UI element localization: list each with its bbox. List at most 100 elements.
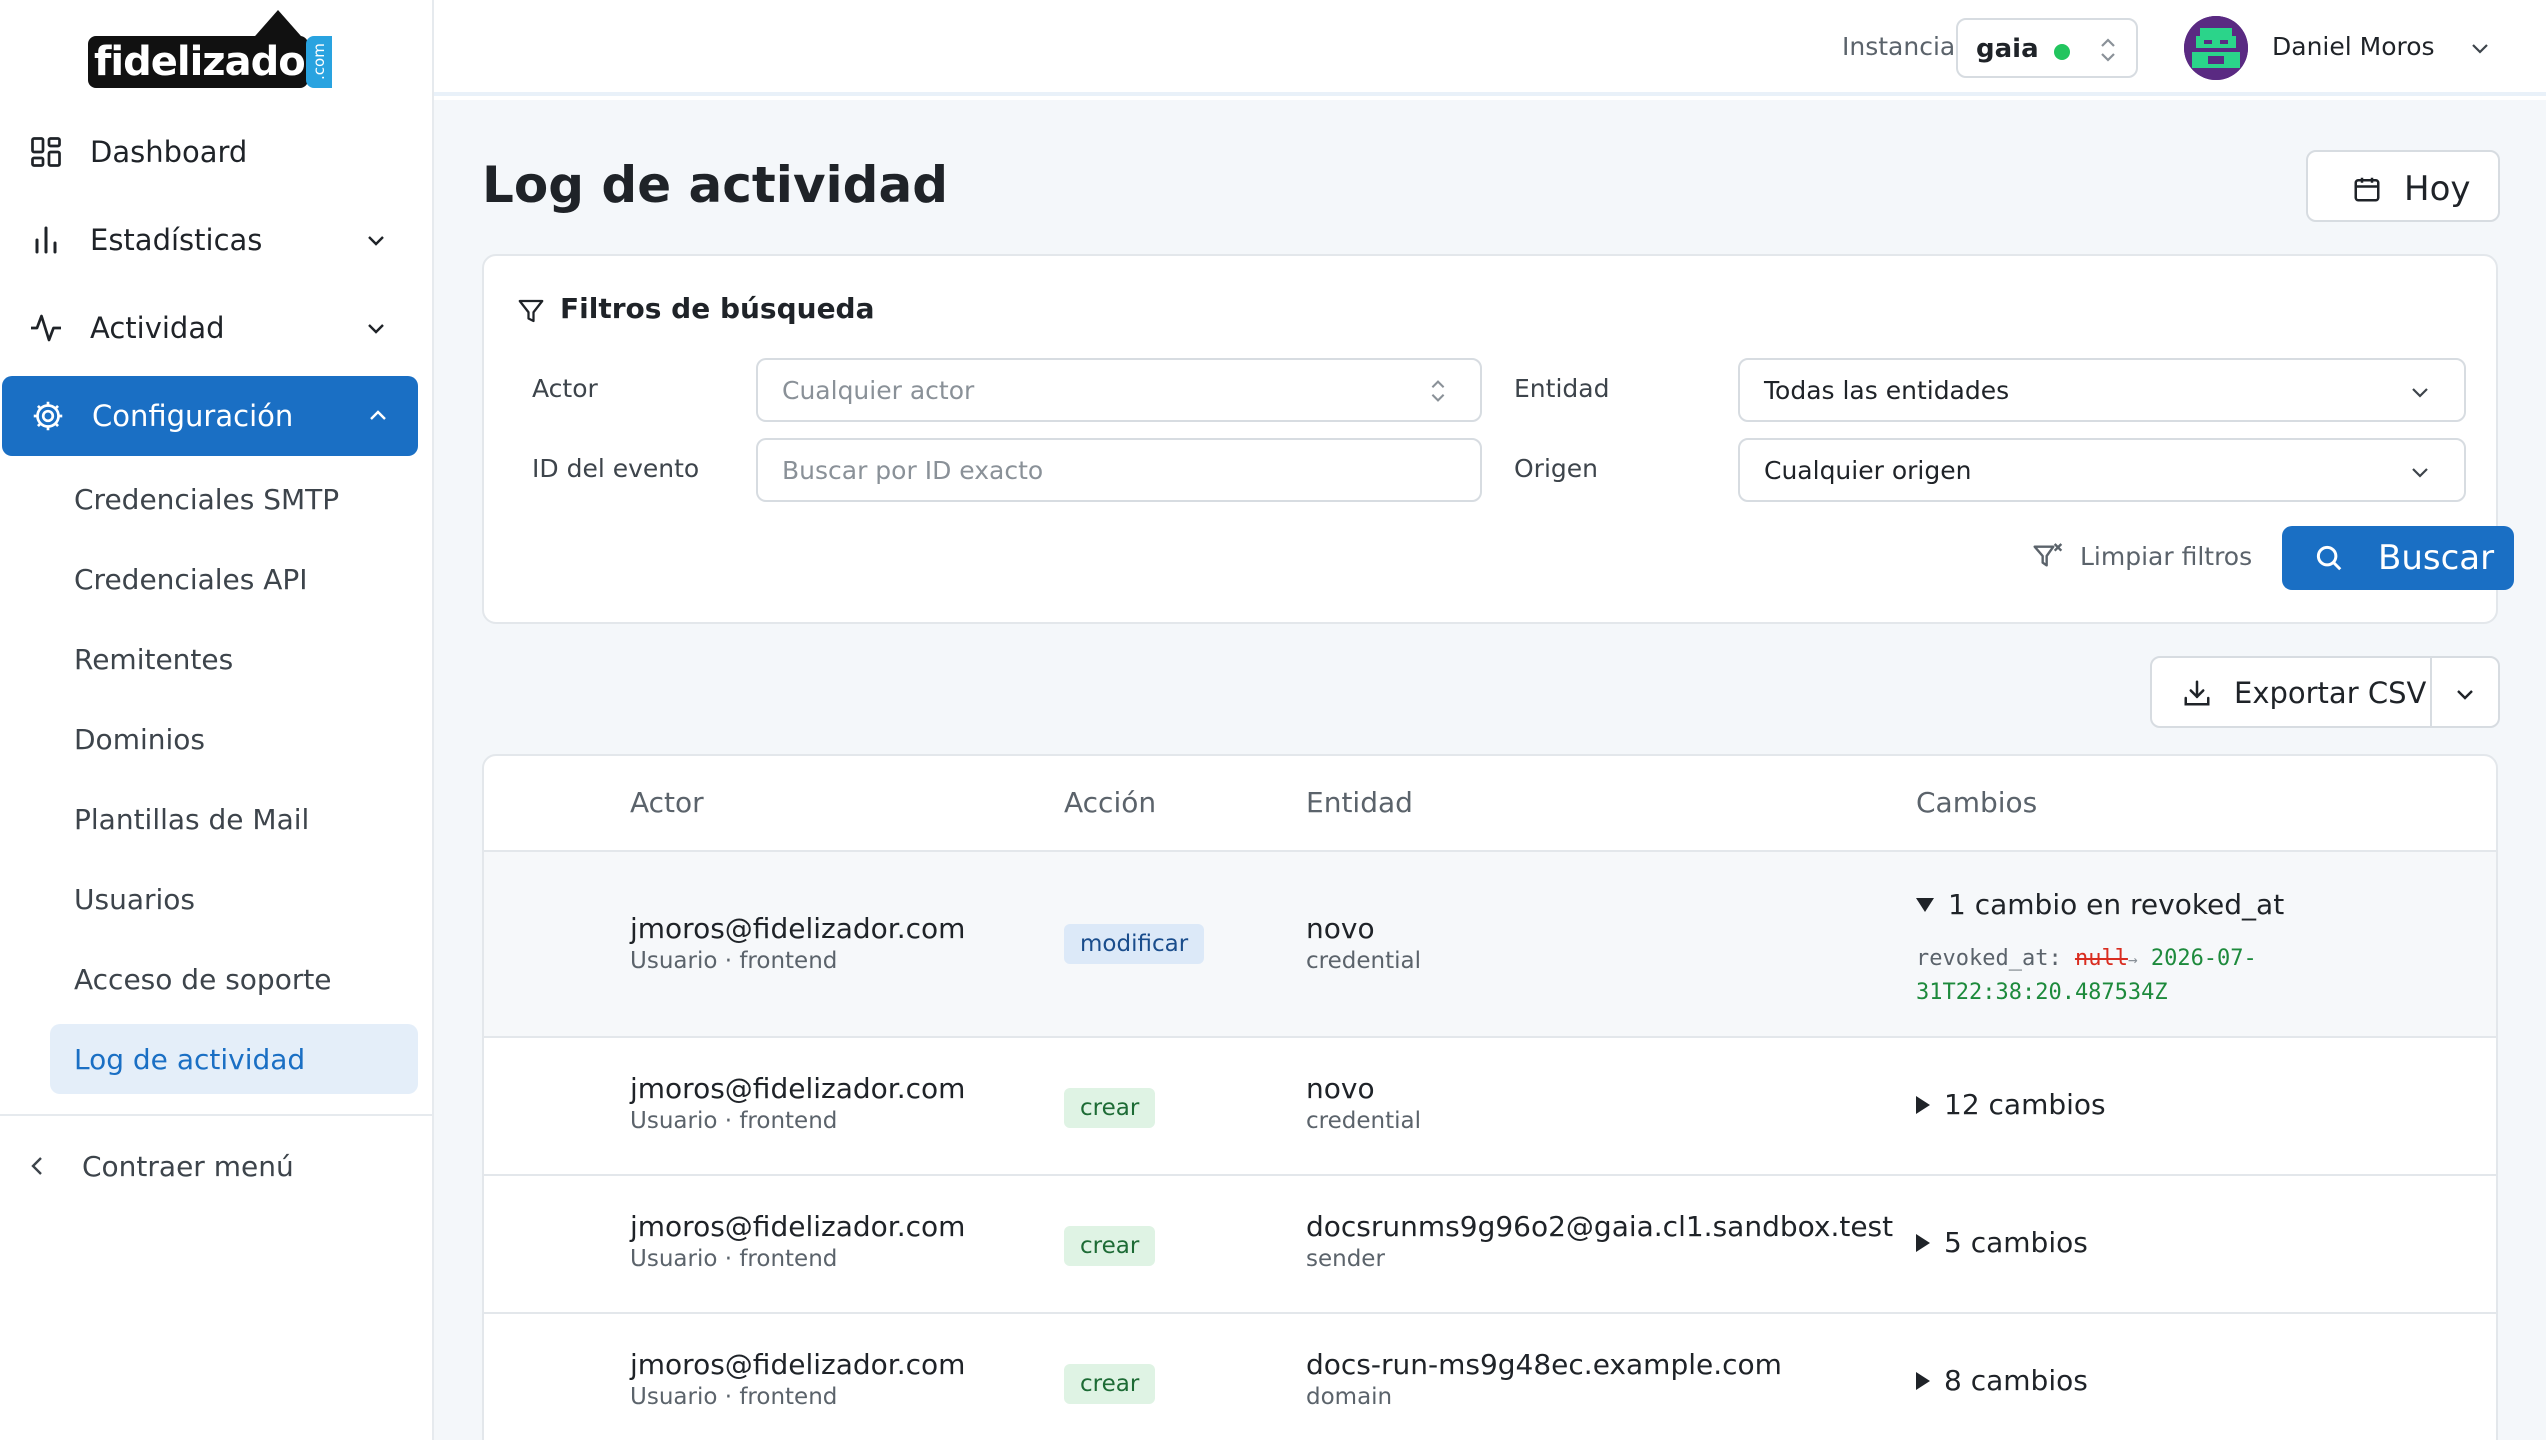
event-id-input[interactable]: Buscar por ID exacto <box>756 438 1482 502</box>
filters-panel: Filtros de búsqueda Actor Cualquier acto… <box>482 254 2514 624</box>
user-name[interactable]: Daniel Moros <box>2272 32 2435 61</box>
event-id-placeholder: Buscar por ID exacto <box>782 455 1044 485</box>
filter-funnel-icon <box>518 299 544 323</box>
column-header-entidad[interactable]: Entidad <box>1306 786 1413 819</box>
chevron-down-icon[interactable] <box>2468 36 2492 60</box>
changes-toggle[interactable]: 12 cambios <box>1916 1088 2106 1121</box>
sidebar-item-label: Configuración <box>92 399 294 433</box>
column-header-actor[interactable]: Actor <box>630 786 704 819</box>
export-csv-group: Exportar CSV <box>2150 656 2500 728</box>
changes-summary: 8 cambios <box>1944 1364 2088 1397</box>
chevron-updown-icon <box>1431 380 1445 402</box>
sidebar-subitem-smtp[interactable]: Credenciales SMTP <box>50 464 418 534</box>
chevron-down-icon <box>368 324 384 334</box>
action-badge: modificar <box>1064 924 1205 964</box>
entity-select-value: Todas las entidades <box>1764 375 2010 405</box>
calendar-icon <box>2354 177 2380 202</box>
action-badge: crear <box>1064 1226 1156 1266</box>
row-entity: novo <box>1306 912 1375 945</box>
chevron-down-icon <box>2412 468 2428 478</box>
logo-suffix: .com <box>306 36 332 88</box>
row-actor: jmoros@fidelizador.com <box>630 1072 966 1105</box>
search-button[interactable]: Buscar <box>2282 526 2514 590</box>
clear-filters-button[interactable]: Limpiar filtros <box>2032 536 2252 576</box>
diff-arrow: → <box>2127 950 2138 969</box>
triangle-right-icon <box>1916 1371 1930 1390</box>
avatar-pixel-icon <box>2184 16 2248 80</box>
actor-label: Actor <box>532 374 598 403</box>
table-row[interactable]: jmoros@fidelizador.com Usuario · fronten… <box>484 1176 2496 1314</box>
row-actor-sub: Usuario · frontend <box>630 1246 838 1272</box>
bar-chart-icon <box>35 226 57 254</box>
table-row[interactable]: jmoros@fidelizador.com Usuario · fronten… <box>484 852 2496 1038</box>
activity-log-table: Actor Acción Entidad Cambios jmoros@fide… <box>482 754 2498 1440</box>
row-actor-sub: Usuario · frontend <box>630 948 838 974</box>
sidebar-item-configuracion[interactable]: Configuración <box>2 376 418 456</box>
column-header-accion[interactable]: Acción <box>1064 786 1156 819</box>
collapse-menu-label: Contraer menú <box>82 1149 294 1183</box>
chevron-down-icon <box>2412 388 2428 398</box>
row-entity-sub: domain <box>1306 1384 1393 1410</box>
avatar[interactable] <box>2184 16 2248 80</box>
origin-label: Origen <box>1514 454 1598 483</box>
chevron-up-icon <box>370 410 386 420</box>
chevron-updown-icon <box>2101 38 2115 62</box>
chevron-down-icon[interactable] <box>2452 682 2478 706</box>
row-actor-sub: Usuario · frontend <box>630 1108 838 1134</box>
entity-select[interactable]: Todas las entidades <box>1738 358 2466 422</box>
changes-summary: 1 cambio en revoked_at <box>1948 888 2285 921</box>
sidebar-divider <box>0 1114 432 1116</box>
diff-old-value: null <box>2074 946 2128 971</box>
table-row[interactable]: jmoros@fidelizador.com Usuario · fronten… <box>484 1038 2496 1176</box>
logo-wordmark: fidelizador <box>88 36 324 88</box>
export-csv-button[interactable]: Exportar CSV <box>2152 658 2432 726</box>
sidebar-subitem-log[interactable]: Log de actividad <box>50 1024 418 1094</box>
date-range-button[interactable]: Hoy <box>2306 150 2500 222</box>
fidelizador-logo[interactable]: fidelizador .com <box>88 10 332 88</box>
origin-select-value: Cualquier origen <box>1764 455 1972 485</box>
change-diff: revoked_at: null→ 2026-07-31T22:38:20.48… <box>1916 942 2376 1009</box>
instance-value: gaia <box>1976 34 2039 64</box>
row-entity-sub: credential <box>1306 948 1421 974</box>
sidebar: fidelizador .com Dashboard Estadísticas … <box>0 0 434 1440</box>
sidebar-subitem-usuarios[interactable]: Usuarios <box>50 864 418 934</box>
sidebar-item-dashboard[interactable]: Dashboard <box>0 112 418 192</box>
page-title: Log de actividad <box>482 156 948 214</box>
filters-heading: Filtros de búsqueda <box>560 292 875 325</box>
sidebar-item-actividad[interactable]: Actividad <box>0 288 418 368</box>
row-actor: jmoros@fidelizador.com <box>630 1210 966 1243</box>
instance-status-dot <box>2054 44 2070 60</box>
sidebar-subitem-dominios[interactable]: Dominios <box>50 704 418 774</box>
changes-summary: 5 cambios <box>1944 1226 2088 1259</box>
export-csv-label: Exportar CSV <box>2234 676 2427 710</box>
sidebar-subitem-plantillas[interactable]: Plantillas de Mail <box>50 784 418 854</box>
sidebar-subitem-soporte[interactable]: Acceso de soporte <box>50 944 418 1014</box>
activity-pulse-icon <box>31 314 61 342</box>
row-entity: docs-run-ms9g48ec.example.com <box>1306 1348 1782 1381</box>
column-header-cambios[interactable]: Cambios <box>1916 786 2037 819</box>
sidebar-item-estadisticas[interactable]: Estadísticas <box>0 200 418 280</box>
origin-select[interactable]: Cualquier origen <box>1738 438 2466 502</box>
topbar: Instancia gaia Daniel Moros <box>434 0 2546 96</box>
table-row[interactable]: jmoros@fidelizador.com Usuario · fronten… <box>484 1314 2496 1440</box>
row-entity: docsrunms9g96o2@gaia.cl1.sandbox.test <box>1306 1210 1894 1243</box>
sidebar-item-label: Dashboard <box>90 135 248 169</box>
chevron-down-icon <box>368 236 384 246</box>
sidebar-subitem-api[interactable]: Credenciales API <box>50 544 418 614</box>
actor-placeholder: Cualquier actor <box>782 375 975 405</box>
main-content: Log de actividad Hoy Filtros de búsqueda… <box>434 100 2546 1440</box>
row-entity-sub: credential <box>1306 1108 1421 1134</box>
table-header: Actor Acción Entidad Cambios <box>484 756 2496 852</box>
instance-select[interactable]: gaia <box>1956 18 2138 78</box>
row-entity-sub: sender <box>1306 1246 1385 1272</box>
row-actor-sub: Usuario · frontend <box>630 1384 838 1410</box>
changes-toggle[interactable]: 1 cambio en revoked_at <box>1916 888 2284 921</box>
changes-toggle[interactable]: 8 cambios <box>1916 1364 2088 1397</box>
collapse-menu-button[interactable]: Contraer menú <box>0 1130 418 1202</box>
changes-toggle[interactable]: 5 cambios <box>1916 1226 2088 1259</box>
actor-select[interactable]: Cualquier actor <box>756 358 1482 422</box>
search-icon <box>2316 545 2342 571</box>
filter-clear-icon <box>2033 543 2063 567</box>
sidebar-subitem-remitentes[interactable]: Remitentes <box>50 624 418 694</box>
date-range-label: Hoy <box>2404 169 2471 209</box>
